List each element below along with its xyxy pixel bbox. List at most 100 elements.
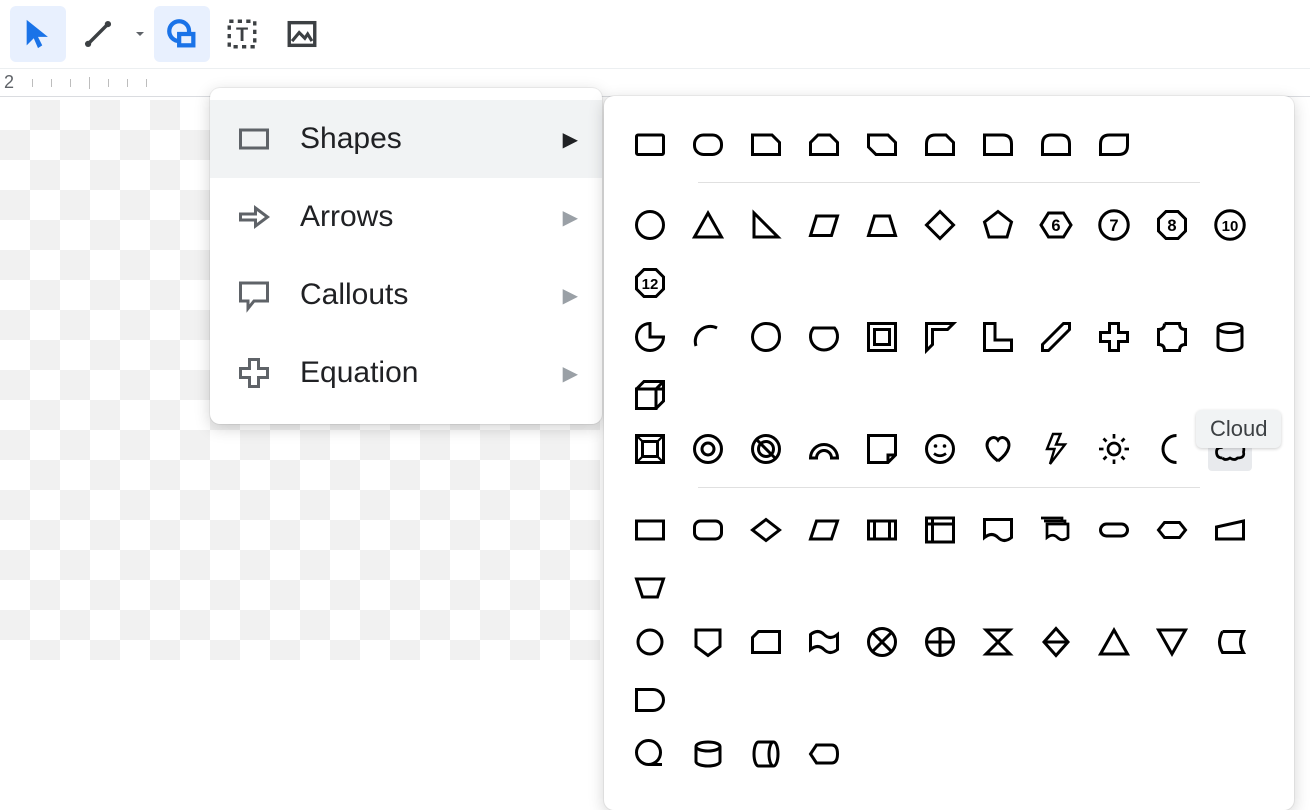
shape-smiley-face[interactable] — [918, 427, 962, 471]
shape-group-rectangles — [628, 122, 1270, 166]
shape-plaque[interactable] — [1150, 315, 1194, 359]
select-tool[interactable] — [10, 6, 66, 62]
shape-snip-round-single[interactable] — [918, 122, 962, 166]
shape-snip-diagonal[interactable] — [860, 122, 904, 166]
shape-cube[interactable] — [628, 373, 672, 417]
menu-item-shapes[interactable]: Shapes ▶ — [210, 100, 602, 178]
shape-hexagon[interactable]: 6 — [1034, 203, 1078, 247]
svg-text:7: 7 — [1109, 217, 1118, 235]
shape-flowchart-predefined[interactable] — [860, 508, 904, 552]
shape-flowchart-sort[interactable] — [1034, 620, 1078, 664]
shape-flowchart-collate[interactable] — [976, 620, 1020, 664]
shape-rectangle[interactable] — [628, 122, 672, 166]
rectangle-icon — [234, 121, 274, 157]
toolbar: T — [0, 0, 1310, 69]
ruler-number: 2 — [4, 72, 14, 93]
line-tool[interactable] — [70, 6, 126, 62]
menu-label: Equation — [300, 356, 537, 390]
svg-text:12: 12 — [642, 276, 659, 293]
shape-flowchart-stored-data[interactable] — [1208, 620, 1252, 664]
shape-flowchart-magnetic-disk[interactable] — [686, 732, 730, 776]
shape-flowchart-delay[interactable] — [628, 678, 672, 722]
shape-flowchart-connector[interactable] — [628, 620, 672, 664]
svg-text:10: 10 — [1222, 218, 1239, 235]
shape-octagon[interactable]: 8 — [1150, 203, 1194, 247]
shape-trapezoid[interactable] — [860, 203, 904, 247]
shape-teardrop[interactable] — [744, 315, 788, 359]
image-tool[interactable] — [274, 6, 330, 62]
shape-flowchart-display[interactable] — [802, 732, 846, 776]
svg-text:T: T — [236, 24, 248, 46]
shape-snip-same-side[interactable] — [802, 122, 846, 166]
shape-flowchart-internal-storage[interactable] — [918, 508, 962, 552]
line-tool-dropdown[interactable] — [130, 26, 150, 42]
shape-chord[interactable] — [802, 315, 846, 359]
shape-round-same-side[interactable] — [1034, 122, 1078, 166]
shape-right-triangle[interactable] — [744, 203, 788, 247]
shape-flowchart-manual-input[interactable] — [1208, 508, 1252, 552]
shape-heart[interactable] — [976, 427, 1020, 471]
shape-round-diagonal[interactable] — [1092, 122, 1136, 166]
shape-no-symbol[interactable] — [744, 427, 788, 471]
textbox-tool[interactable]: T — [214, 6, 270, 62]
chevron-right-icon: ▶ — [563, 361, 578, 386]
shape-diamond[interactable] — [918, 203, 962, 247]
shape-l-shape[interactable] — [976, 315, 1020, 359]
shape-snip-single-corner[interactable] — [744, 122, 788, 166]
shape-decagon[interactable]: 10 — [1208, 203, 1252, 247]
shape-flowchart-extract[interactable] — [1092, 620, 1136, 664]
shape-round-single-corner[interactable] — [976, 122, 1020, 166]
shape-frame[interactable] — [860, 315, 904, 359]
menu-item-arrows[interactable]: Arrows ▶ — [210, 178, 602, 256]
shape-flowchart-tape[interactable] — [802, 620, 846, 664]
menu-item-callouts[interactable]: Callouts ▶ — [210, 256, 602, 334]
shape-arc[interactable] — [686, 315, 730, 359]
menu-item-equation[interactable]: Equation ▶ — [210, 334, 602, 412]
chevron-right-icon: ▶ — [563, 205, 578, 230]
shape-flowchart-summing[interactable] — [860, 620, 904, 664]
shape-lightning-bolt[interactable] — [1034, 427, 1078, 471]
tooltip: Cloud — [1196, 410, 1281, 448]
shape-bevel[interactable] — [628, 427, 672, 471]
shape-flowchart-alternate[interactable] — [686, 508, 730, 552]
shape-plus[interactable] — [1092, 315, 1136, 359]
plus-icon — [234, 355, 274, 391]
shape-folded-corner[interactable] — [860, 427, 904, 471]
ruler: 2 — [0, 69, 1310, 97]
shape-flowchart-card[interactable] — [744, 620, 788, 664]
shape-diagonal-stripe[interactable] — [1034, 315, 1078, 359]
shape-flowchart-process[interactable] — [628, 508, 672, 552]
shape-flowchart-decision[interactable] — [744, 508, 788, 552]
shape-flowchart-offpage[interactable] — [686, 620, 730, 664]
shape-flowchart-direct-access[interactable] — [744, 732, 788, 776]
shape-moon[interactable] — [1150, 427, 1194, 471]
shape-parallelogram[interactable] — [802, 203, 846, 247]
shape-pentagon[interactable] — [976, 203, 1020, 247]
shape-half-frame[interactable] — [918, 315, 962, 359]
shape-flowchart-or[interactable] — [918, 620, 962, 664]
chevron-right-icon: ▶ — [563, 127, 578, 152]
shape-sun[interactable] — [1092, 427, 1136, 471]
separator — [698, 182, 1200, 183]
menu-label: Shapes — [300, 122, 537, 156]
shape-tool[interactable] — [154, 6, 210, 62]
shape-flowchart-merge[interactable] — [1150, 620, 1194, 664]
shape-heptagon[interactable]: 7 — [1092, 203, 1136, 247]
shape-flowchart-multidocument[interactable] — [1034, 508, 1078, 552]
shape-flowchart-sequential[interactable] — [628, 732, 672, 776]
shape-flowchart-data[interactable] — [802, 508, 846, 552]
shape-flowchart-manual-operation[interactable] — [628, 566, 672, 610]
shape-can[interactable] — [1208, 315, 1252, 359]
shape-flowchart-document[interactable] — [976, 508, 1020, 552]
shape-rounded-rectangle[interactable] — [686, 122, 730, 166]
shape-triangle[interactable] — [686, 203, 730, 247]
shape-oval[interactable] — [628, 203, 672, 247]
shape-flowchart-preparation[interactable] — [1150, 508, 1194, 552]
shape-menu: Shapes ▶ Arrows ▶ Callouts ▶ Equation ▶ — [210, 88, 602, 424]
shape-pie[interactable] — [628, 315, 672, 359]
shape-block-arc[interactable] — [802, 427, 846, 471]
shape-donut[interactable] — [686, 427, 730, 471]
menu-label: Arrows — [300, 200, 537, 234]
shape-dodecagon[interactable]: 12 — [628, 261, 672, 305]
shape-flowchart-terminator[interactable] — [1092, 508, 1136, 552]
